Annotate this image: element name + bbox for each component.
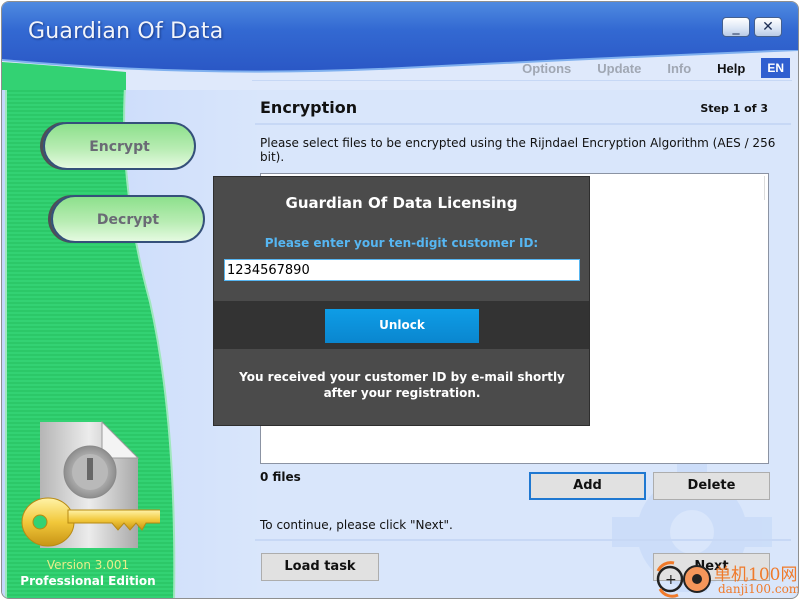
- continue-hint: To continue, please click "Next".: [260, 518, 453, 532]
- customer-id-input[interactable]: [224, 259, 580, 281]
- close-icon: ✕: [762, 19, 774, 35]
- section-title: Encryption: [260, 98, 358, 117]
- header-divider: [255, 123, 791, 125]
- step-indicator: Step 1 of 3: [700, 102, 768, 115]
- licensing-dialog: Guardian Of Data Licensing Please enter …: [213, 176, 590, 426]
- nav-options[interactable]: Options: [522, 61, 571, 76]
- unlock-button[interactable]: Unlock: [325, 309, 479, 343]
- close-button[interactable]: ✕: [754, 17, 782, 37]
- language-selector[interactable]: EN: [761, 58, 790, 78]
- delete-button[interactable]: Delete: [653, 472, 770, 500]
- minimize-icon: _: [732, 19, 740, 35]
- svg-text:+: +: [665, 572, 677, 588]
- dialog-button-band: Unlock: [214, 301, 589, 349]
- app-window: Guardian Of Data _ ✕ Options Update Info…: [1, 1, 799, 599]
- decrypt-button[interactable]: Decrypt: [51, 195, 205, 243]
- nav-help[interactable]: Help: [717, 61, 745, 76]
- app-title: Guardian Of Data: [28, 19, 224, 44]
- watermark-url: danji100.com: [718, 582, 799, 596]
- load-task-button[interactable]: Load task: [261, 553, 379, 581]
- dialog-prompt: Please enter your ten-digit customer ID:: [264, 236, 539, 250]
- file-lock-key-icon: [21, 420, 160, 548]
- encrypt-button[interactable]: Encrypt: [43, 122, 196, 170]
- dialog-title: Guardian Of Data Licensing: [285, 194, 518, 212]
- minimize-button[interactable]: _: [722, 17, 750, 37]
- nav-info[interactable]: Info: [667, 61, 691, 76]
- edition-label: Professional Edition: [20, 574, 156, 588]
- description-text: Please select files to be encrypted usin…: [260, 136, 776, 164]
- dialog-note: You received your customer ID by e-mail …: [239, 370, 565, 400]
- nav-divider: [252, 80, 792, 81]
- files-count: 0 files: [260, 470, 301, 484]
- top-navigation: Options Update Info Help EN: [496, 57, 790, 79]
- footer-divider: [255, 539, 791, 541]
- list-scrollbar[interactable]: [764, 176, 765, 200]
- version-label: Version 3.001: [46, 558, 130, 572]
- add-button[interactable]: Add: [529, 472, 646, 500]
- nav-update[interactable]: Update: [597, 61, 641, 76]
